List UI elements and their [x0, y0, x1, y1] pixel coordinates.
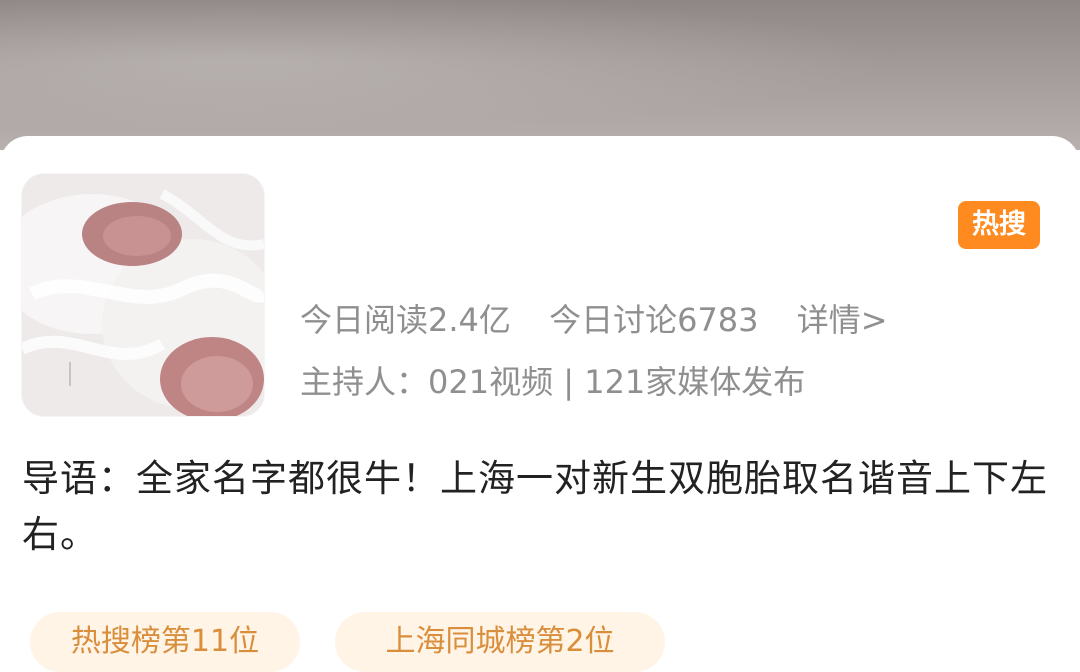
topic-title[interactable]: #上海一对双胞胎取名谐… — [300, 198, 950, 258]
hot-search-rank-tag[interactable]: 热搜榜第11位 — [30, 612, 300, 672]
details-link[interactable]: 详情> — [797, 301, 888, 339]
topic-card: #上海一对双胞胎取名谐… 热搜 今日阅读2.4亿 今日讨论6783 详情> 主持… — [0, 136, 1080, 672]
host-info: 主持人：021视频 | 121家媒体发布 — [300, 363, 806, 401]
shanghai-city-rank-tag[interactable]: 上海同城榜第2位 — [335, 612, 665, 672]
baby-photo-image — [22, 174, 264, 416]
discussion-count: 今日讨论6783 — [549, 301, 759, 339]
read-count: 今日阅读2.4亿 — [300, 301, 511, 339]
header-background — [0, 0, 1080, 150]
topic-stats: 今日阅读2.4亿 今日讨论6783 详情> — [300, 296, 888, 344]
topic-intro: 导语：全家名字都很牛！上海一对新生双胞胎取名谐音上下左右。 — [22, 457, 1048, 556]
topic-thumbnail[interactable] — [22, 174, 264, 416]
hot-search-badge: 热搜 — [958, 201, 1040, 249]
